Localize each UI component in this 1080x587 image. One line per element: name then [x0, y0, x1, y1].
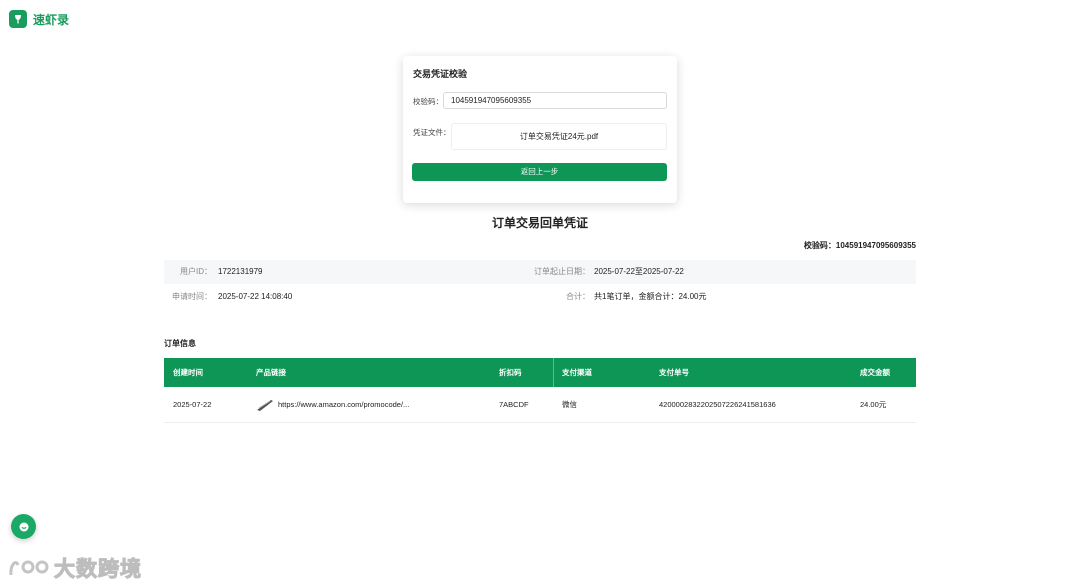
apply-time-value: 2025-07-22 14:08:40 [218, 292, 293, 301]
col-created: 创建时间 [173, 368, 203, 377]
col-discount: 折扣码 [499, 368, 522, 377]
brand-name: 速虾录 [33, 12, 70, 27]
verify-card: 交易凭证校验 校验码： 104591947095609355 凭证文件： 订单交… [403, 56, 677, 203]
verify-code-label: 校验码： [413, 97, 443, 106]
date-range-label: 订单起止日期： [534, 267, 590, 276]
verify-card-title: 交易凭证校验 [413, 69, 468, 79]
cell-discount-code: 7ABCDF [499, 400, 529, 409]
leaf-icon [9, 10, 27, 28]
chat-icon[interactable] [11, 514, 36, 539]
order-table: 创建时间 产品链接 折扣码 支付渠道 支付单号 成交金额 2025-07-22 … [164, 358, 916, 423]
cell-amount: 24.00元 [860, 400, 887, 409]
table-row: 2025-07-22 https://www.amazon.com/promoc… [164, 387, 916, 423]
col-amount: 成交金额 [860, 368, 890, 377]
brand-logo[interactable]: 速虾录 [9, 10, 69, 28]
cell-channel: 微信 [562, 400, 577, 409]
user-id-value: 1722131979 [218, 267, 263, 276]
product-thumbnail-icon [257, 399, 273, 411]
document-title: 订单交易回单凭证 [491, 216, 588, 230]
cell-pay-no: 4200002832202507226241581636 [659, 400, 776, 409]
total-value: 共1笔订单，金额合计：24.00元 [594, 292, 707, 301]
product-link[interactable]: https://www.amazon.com/promocode/... [278, 387, 409, 422]
cell-created: 2025-07-22 [173, 400, 212, 409]
file-label: 凭证文件： [413, 128, 451, 137]
file-upload-box[interactable]: 订单交易凭证24元.pdf [451, 123, 667, 150]
table-header: 创建时间 产品链接 折扣码 支付渠道 支付单号 成交金额 [164, 358, 916, 387]
info-row: 申请时间： 2025-07-22 14:08:40 合计： 共1笔订单，金额合计… [164, 285, 916, 309]
apply-time-label: 申请时间： [172, 292, 212, 301]
product-thumbnail [256, 387, 274, 422]
back-button[interactable]: 返回上一步 [412, 163, 667, 181]
col-link: 产品链接 [256, 368, 286, 377]
col-channel: 支付渠道 [562, 368, 592, 377]
watermark-text: 大数跨境 [54, 558, 142, 582]
date-range-value: 2025-07-22至2025-07-22 [594, 267, 684, 276]
total-label: 合计： [566, 292, 590, 301]
info-row: 用户ID： 1722131979 订单起止日期： 2025-07-22至2025… [164, 260, 916, 284]
watermark-logo-icon [9, 560, 49, 576]
order-section-title: 订单信息 [164, 339, 196, 348]
col-pay-no: 支付单号 [659, 368, 689, 377]
verify-code-input[interactable]: 104591947095609355 [443, 92, 667, 109]
user-id-label: 用户ID： [180, 267, 212, 276]
column-divider [553, 358, 554, 387]
watermark: 大数跨境 [8, 553, 142, 583]
document-verify-code: 校验码：104591947095609355 [803, 241, 916, 250]
